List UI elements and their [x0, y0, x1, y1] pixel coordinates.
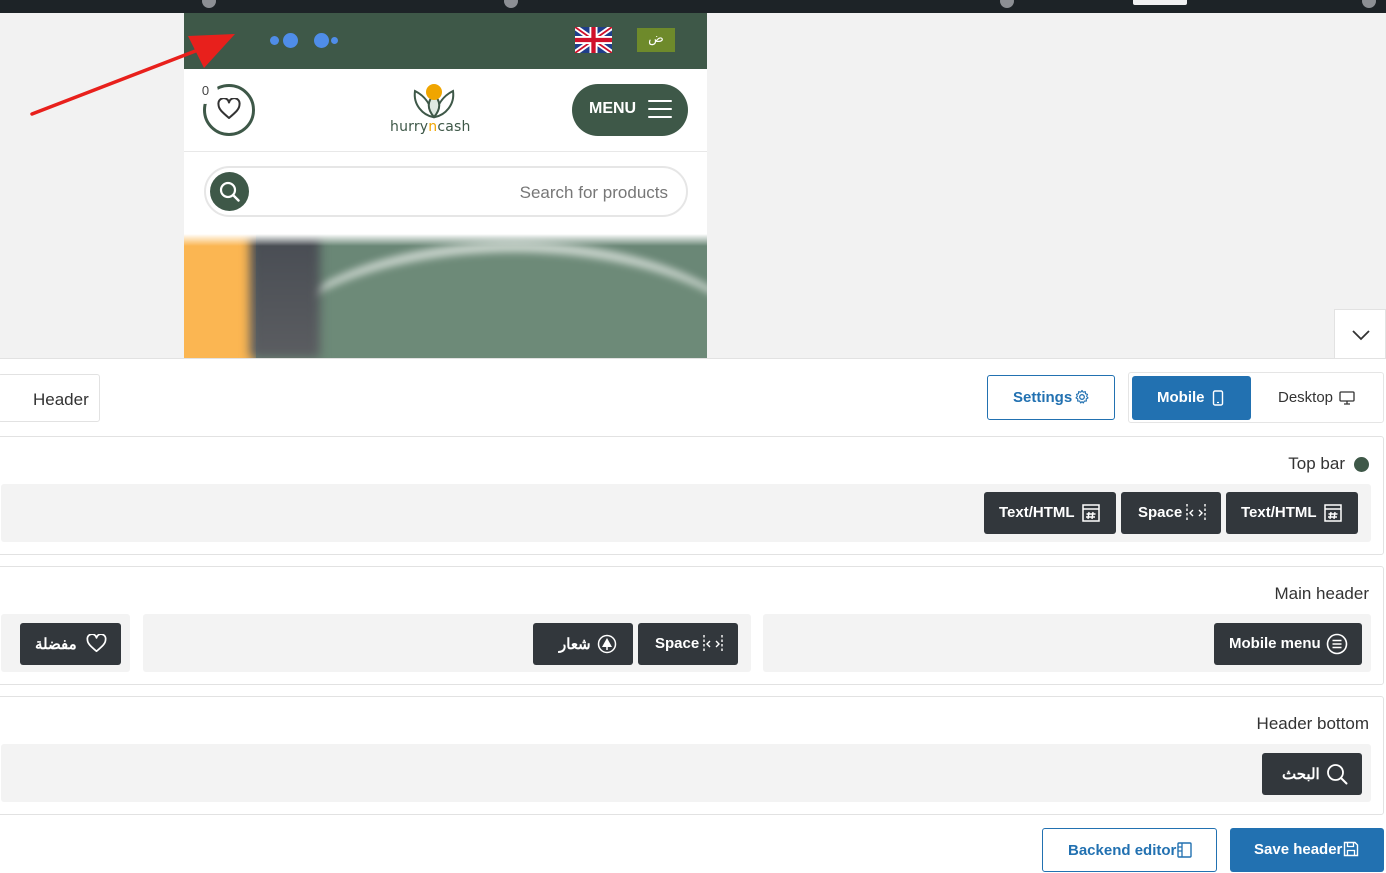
search-input-placeholder[interactable]: Search for products: [520, 183, 668, 203]
heart-icon: [86, 634, 107, 653]
header-bottom-drop-zone[interactable]: البحث: [1, 744, 1371, 802]
preview-top-bar[interactable]: ض: [184, 13, 707, 69]
mobile-label: Mobile: [1157, 389, 1205, 406]
search-icon: [1327, 764, 1348, 785]
space-icon: [703, 635, 723, 653]
arabic-language-badge[interactable]: ض: [637, 28, 675, 52]
settings-button[interactable]: Settings: [987, 375, 1115, 420]
row-title: Main header: [1274, 584, 1369, 603]
menu-circle-icon: [1326, 633, 1348, 655]
element-text-html[interactable]: Text/HTML: [1226, 492, 1358, 534]
row-main-header[interactable]: Main header مفضلة شعار Space Mobile menu: [0, 566, 1384, 685]
space-icon: [1186, 504, 1206, 522]
top-bar-drop-zone[interactable]: Text/HTML Space Text/HTML: [1, 484, 1371, 542]
main-header-right-zone[interactable]: Mobile menu: [763, 614, 1371, 672]
desktop-view-button[interactable]: Desktop: [1251, 376, 1383, 420]
save-header-label: Save header: [1254, 841, 1343, 858]
backend-editor-label: Backend editor: [1068, 842, 1177, 859]
device-switcher: Mobile Desktop: [1128, 372, 1384, 423]
chevron-down-icon: [1352, 330, 1370, 341]
save-header-button[interactable]: Save header: [1230, 828, 1384, 872]
hero-banner-image: [184, 234, 707, 358]
mobile-phone-icon: [1212, 390, 1224, 406]
editor-layout-icon: [1177, 842, 1192, 858]
tab-header[interactable]: Header: [0, 374, 100, 422]
logo-wordmark: hurryncash: [390, 119, 471, 135]
admin-bar-avatar-icon[interactable]: [504, 0, 518, 8]
admin-bar-search[interactable]: [1133, 0, 1187, 5]
menu-label: MENU: [589, 100, 637, 117]
preview-main-header: 0 hurryncash MENU: [184, 69, 707, 152]
row-header-bottom[interactable]: Header bottom البحث: [0, 696, 1384, 815]
mobile-menu-button[interactable]: MENU: [572, 84, 688, 136]
text-html-icon: [1082, 504, 1100, 522]
collapse-builder-button[interactable]: [1334, 309, 1386, 359]
desktop-monitor-icon: [1339, 391, 1355, 405]
wordpress-logo-icon[interactable]: [1362, 0, 1376, 8]
search-icon: [219, 181, 240, 202]
element-wishlist[interactable]: مفضلة: [20, 623, 121, 665]
main-header-center-zone[interactable]: شعار Space: [143, 614, 751, 672]
search-button[interactable]: [210, 172, 249, 211]
element-space[interactable]: Space: [638, 623, 738, 665]
annotation-arrow-icon: [30, 34, 235, 116]
element-search[interactable]: البحث: [1262, 753, 1362, 795]
text-html-icon: [1324, 504, 1342, 522]
mobile-view-button[interactable]: Mobile: [1132, 376, 1251, 420]
admin-bar: [0, 0, 1386, 13]
logo-icon: [597, 634, 617, 654]
row-color-indicator: [1354, 457, 1369, 472]
tab-header-label: Header: [33, 390, 89, 409]
admin-bar-icon[interactable]: [202, 0, 216, 8]
desktop-label: Desktop: [1278, 389, 1334, 406]
product-search-bar[interactable]: Search for products: [204, 166, 688, 217]
backend-editor-button[interactable]: Backend editor: [1042, 828, 1217, 872]
row-title: Header bottom: [1256, 714, 1369, 733]
save-floppy-icon: [1343, 841, 1359, 857]
row-title: Top bar: [1288, 454, 1345, 473]
element-space[interactable]: Space: [1121, 492, 1221, 534]
admin-bar-icon[interactable]: [1000, 0, 1014, 8]
element-text-html[interactable]: Text/HTML: [984, 492, 1116, 534]
header-builder-panel: Header Settings Mobile Desktop Top bar T…: [0, 358, 1386, 873]
gear-icon: [1075, 389, 1089, 404]
hamburger-icon: [648, 100, 672, 118]
uk-flag-icon[interactable]: [575, 27, 612, 53]
element-mobile-menu[interactable]: Mobile menu: [1214, 623, 1362, 665]
main-header-left-zone[interactable]: مفضلة: [1, 614, 130, 672]
row-top-bar[interactable]: Top bar Text/HTML Space Text/HTML: [0, 436, 1384, 555]
settings-label: Settings: [1013, 389, 1073, 406]
element-logo[interactable]: شعار: [533, 623, 633, 665]
header-preview: ض 0 hurryncash MENU Search for products: [184, 13, 707, 358]
